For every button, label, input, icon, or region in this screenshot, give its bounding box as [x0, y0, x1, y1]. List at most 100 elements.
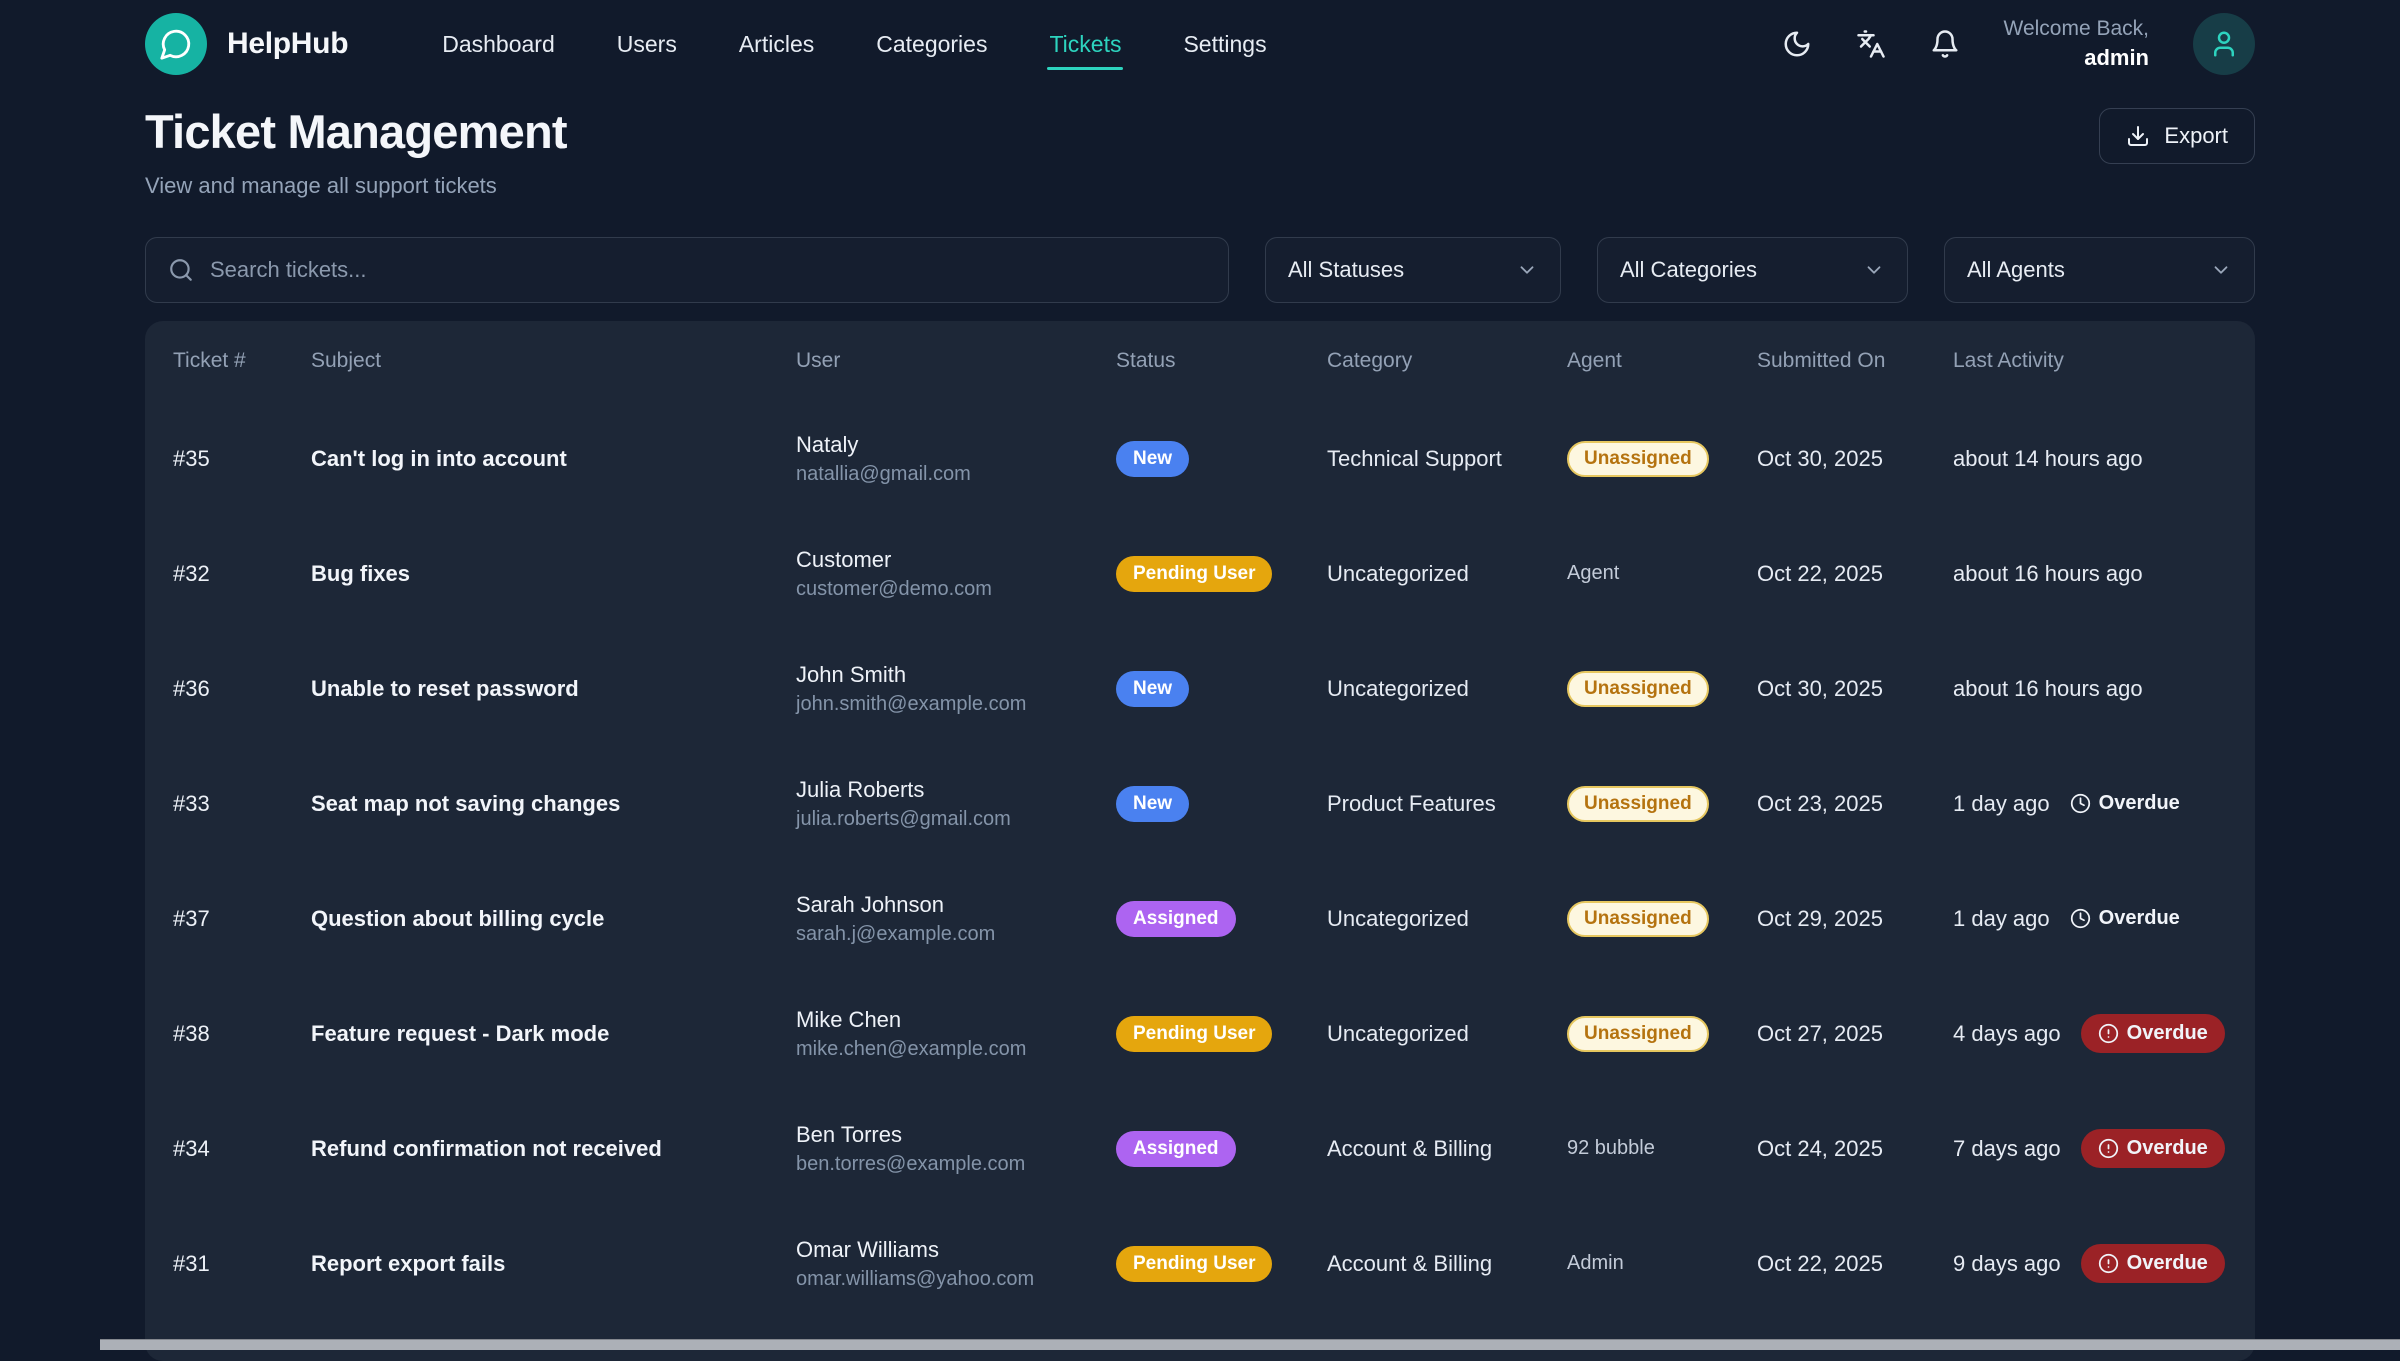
ticket-agent-cell: Unassigned [1567, 441, 1757, 477]
table-row[interactable]: #38 Feature request - Dark mode Mike Che… [173, 976, 2227, 1091]
agent-cell-value: 92 bubble [1567, 1137, 1655, 1159]
ticket-subject: Bug fixes [311, 561, 796, 587]
column-header-user: User [796, 349, 1116, 373]
user-icon [2209, 29, 2239, 59]
export-button[interactable]: Export [2099, 108, 2255, 164]
nav-item-users[interactable]: Users [615, 7, 679, 82]
ticket-submitted-date: Oct 30, 2025 [1757, 446, 1953, 472]
activity-text: about 16 hours ago [1953, 561, 2143, 587]
user-name: Ben Torres [796, 1122, 1116, 1148]
language-switcher-button[interactable] [1856, 29, 1886, 59]
ticket-subject: Unable to reset password [311, 676, 796, 702]
category-filter-select[interactable]: All Categories [1597, 237, 1908, 303]
ticket-last-activity: 1 day ago Overdue [1953, 791, 2227, 817]
filter-row: All Statuses All Categories All Agents [145, 237, 2255, 303]
overdue-label: Overdue [2127, 1022, 2208, 1045]
ticket-submitted-date: Oct 27, 2025 [1757, 1021, 1953, 1047]
agent-filter-value: All Agents [1967, 257, 2065, 283]
alert-circle-icon [2098, 1023, 2119, 1044]
ticket-status-cell: New [1116, 786, 1327, 822]
ticket-submitted-date: Oct 30, 2025 [1757, 676, 1953, 702]
ticket-id: #34 [173, 1136, 311, 1162]
nav-item-dashboard[interactable]: Dashboard [440, 7, 557, 82]
ticket-status-cell: New [1116, 441, 1327, 477]
ticket-last-activity: 4 days ago Overdue [1953, 1014, 2227, 1053]
column-header-subject: Subject [311, 349, 796, 373]
ticket-subject: Can't log in into account [311, 446, 796, 472]
ticket-id: #35 [173, 446, 311, 472]
ticket-subject: Feature request - Dark mode [311, 1021, 796, 1047]
table-row[interactable]: #37 Question about billing cycle Sarah J… [173, 861, 2227, 976]
ticket-last-activity: 1 day ago Overdue [1953, 906, 2227, 932]
ticket-id: #36 [173, 676, 311, 702]
welcome-username: admin [2004, 43, 2150, 73]
table-row[interactable]: #31 Report export fails Omar Williams om… [173, 1206, 2227, 1321]
agent-cell-value: Unassigned [1567, 786, 1709, 822]
dark-mode-toggle[interactable] [1782, 29, 1812, 59]
ticket-category: Technical Support [1327, 446, 1567, 472]
user-email: customer@demo.com [796, 578, 1116, 601]
ticket-agent-cell: Unassigned [1567, 1016, 1757, 1052]
ticket-last-activity: 7 days ago Overdue [1953, 1129, 2227, 1168]
agent-cell-value: Unassigned [1567, 671, 1709, 707]
user-name: John Smith [796, 662, 1116, 688]
ticket-status-cell: New [1116, 671, 1327, 707]
search-input[interactable] [208, 256, 1206, 284]
ticket-id: #32 [173, 561, 311, 587]
clock-icon [2070, 908, 2091, 929]
user-email: natallia@gmail.com [796, 463, 1116, 486]
ticket-agent-cell: Admin [1567, 1252, 1757, 1275]
table-row[interactable]: #32 Bug fixes Customer customer@demo.com… [173, 516, 2227, 631]
ticket-submitted-date: Oct 22, 2025 [1757, 561, 1953, 587]
ticket-submitted-date: Oct 29, 2025 [1757, 906, 1953, 932]
status-badge: New [1116, 441, 1189, 477]
user-name: Nataly [796, 432, 1116, 458]
download-icon [2126, 124, 2150, 148]
chevron-down-icon [1863, 259, 1885, 281]
status-badge: Pending User [1116, 1016, 1272, 1052]
topbar-right: Welcome Back, admin [1782, 13, 2256, 75]
table-row[interactable]: #36 Unable to reset password John Smith … [173, 631, 2227, 746]
table-row[interactable]: #35 Can't log in into account Nataly nat… [173, 401, 2227, 516]
column-header-activity: Last Activity [1953, 349, 2227, 373]
overdue-label: Overdue [2099, 792, 2180, 815]
horizontal-scrollbar[interactable] [100, 1339, 2400, 1350]
ticket-category: Uncategorized [1327, 906, 1567, 932]
ticket-category: Product Features [1327, 791, 1567, 817]
nav-item-tickets[interactable]: Tickets [1047, 7, 1123, 82]
ticket-subject: Question about billing cycle [311, 906, 796, 932]
notifications-button[interactable] [1930, 29, 1960, 59]
activity-text: 4 days ago [1953, 1021, 2061, 1047]
ticket-user: Nataly natallia@gmail.com [796, 432, 1116, 486]
ticket-subject: Refund confirmation not received [311, 1136, 796, 1162]
table-row[interactable]: #33 Seat map not saving changes Julia Ro… [173, 746, 2227, 861]
agent-cell-value: Agent [1567, 562, 1619, 584]
chevron-down-icon [1516, 259, 1538, 281]
status-filter-value: All Statuses [1288, 257, 1404, 283]
user-email: mike.chen@example.com [796, 1038, 1116, 1061]
ticket-user: Ben Torres ben.torres@example.com [796, 1122, 1116, 1176]
column-header-submitted: Submitted On [1757, 349, 1953, 373]
ticket-category: Uncategorized [1327, 1021, 1567, 1047]
status-filter-select[interactable]: All Statuses [1265, 237, 1561, 303]
activity-text: 1 day ago [1953, 791, 2050, 817]
overdue-indicator: Overdue [2081, 1244, 2225, 1283]
nav-item-settings[interactable]: Settings [1181, 7, 1268, 82]
status-badge: New [1116, 786, 1189, 822]
agent-filter-select[interactable]: All Agents [1944, 237, 2255, 303]
brand: HelpHub [145, 13, 348, 75]
ticket-status-cell: Pending User [1116, 1246, 1327, 1282]
table-row[interactable]: #34 Refund confirmation not received Ben… [173, 1091, 2227, 1206]
ticket-user: Julia Roberts julia.roberts@gmail.com [796, 777, 1116, 831]
nav-item-categories[interactable]: Categories [874, 7, 989, 82]
activity-text: 9 days ago [1953, 1251, 2061, 1277]
nav-item-articles[interactable]: Articles [737, 7, 816, 82]
topbar: HelpHub Dashboard Users Articles Categories… [0, 0, 2400, 88]
main-content: Ticket Management View and manage all su… [0, 104, 2400, 1361]
ticket-last-activity: about 14 hours ago [1953, 446, 2227, 472]
user-avatar[interactable] [2193, 13, 2255, 75]
activity-text: 1 day ago [1953, 906, 2050, 932]
ticket-status-cell: Assigned [1116, 901, 1327, 937]
ticket-user: John Smith john.smith@example.com [796, 662, 1116, 716]
alert-circle-icon [2098, 1253, 2119, 1274]
